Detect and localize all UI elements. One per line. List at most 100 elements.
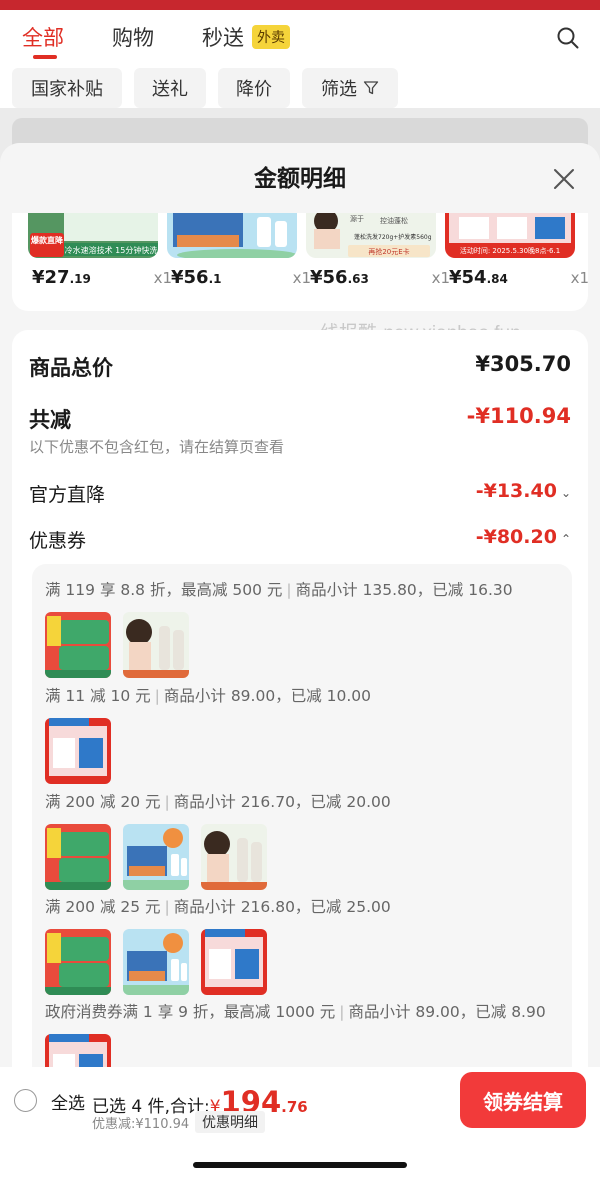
coupon-item: 满 119 享 8.8 折，最高减 500 元 | 商品小计 135.80，已减 1… [45, 578, 513, 600]
product-item[interactable]: 源于 控油蓬松 蓬松洗发720g+护发素560g 再抢20元E卡 ¥56.63 … [306, 213, 450, 311]
filter-bar: 国家补贴 送礼 降价 筛选 [0, 68, 600, 108]
select-all-label[interactable]: 全选 [51, 1089, 85, 1114]
funnel-icon [363, 81, 379, 95]
chevron-down-icon: ⌄ [560, 486, 571, 500]
coupon-rule: 满 11 减 10 元 [45, 687, 151, 705]
price-dec: .1 [208, 272, 222, 286]
total-price-label: 商品总价 [29, 356, 113, 380]
coupon-rule: 满 200 减 25 元 [45, 898, 161, 916]
coupon-row[interactable]: -¥80.20 ⌃ [476, 526, 571, 548]
coupon-subtotal: 商品小计 135.80，已减 16.30 [295, 581, 513, 599]
coupon-rule: 满 119 享 8.8 折，最高减 500 元 [45, 581, 283, 599]
product-price: ¥56.1 [171, 267, 222, 288]
reduction-note: 以下优惠不包含红包，请在结算页查看 [29, 438, 285, 456]
coupon-item: 满 11 减 10 元 | 商品小计 89.00，已减 10.00 [45, 684, 371, 706]
divider: | [339, 1003, 345, 1021]
tab-instant-delivery[interactable]: 秒送 [202, 22, 244, 52]
total-amount-decimal: .76 [281, 1098, 308, 1116]
coupon-subtotal: 商品小计 89.00，已减 8.90 [348, 1003, 546, 1021]
chevron-up-icon: ⌃ [560, 532, 571, 546]
price-dec: .63 [347, 272, 369, 286]
product-item[interactable]: 爆款直降 冷水速溶技术 15分钟快洗 ¥27.19 x1 [28, 213, 172, 311]
product-thumbnail [123, 929, 189, 995]
filter-national-subsidy[interactable]: 国家补贴 [12, 68, 122, 108]
product-badge-text: 爆款直降 [31, 235, 64, 245]
filter-gift[interactable]: 送礼 [134, 68, 206, 108]
coupon-item: 满 200 减 25 元 | 商品小计 216.80，已减 25.00 [45, 895, 391, 917]
coupon-subtotal: 商品小计 89.00，已减 10.00 [163, 687, 371, 705]
takeout-badge: 外卖 [252, 25, 290, 49]
divider: | [164, 898, 170, 916]
divider: | [154, 687, 160, 705]
select-all-checkbox[interactable] [14, 1089, 37, 1112]
coupon-item: 满 200 减 20 元 | 商品小计 216.70，已减 20.00 [45, 790, 391, 812]
price-dec: .84 [486, 272, 508, 286]
total-reduction-label: 共减 [29, 408, 71, 432]
product-thumbnail [45, 718, 111, 784]
product-label: 控油蓬松 [380, 216, 408, 225]
product-banner-text: 冷水速溶技术 15分钟快洗 [65, 245, 158, 255]
product-thumbnail [167, 213, 297, 258]
product-strip: 爆款直降 冷水速溶技术 15分钟快洗 ¥27.19 x1 ¥56.1 x1 源于… [12, 213, 588, 311]
total-price-value: ¥305.70 [475, 352, 571, 376]
search-icon[interactable] [556, 26, 580, 50]
status-bar [0, 0, 600, 10]
product-thumbnail [45, 929, 111, 995]
product-promo: 再抢20元E卡 [368, 247, 409, 256]
product-thumbnail: 源于 控油蓬松 蓬松洗发720g+护发素560g 再抢20元E卡 [306, 213, 436, 258]
amount-detail-sheet: 金额明细 爆款直降 冷水速溶技术 15分钟快洗 ¥27.19 x1 ¥56.1 … [0, 143, 600, 1181]
product-quantity: x1 [570, 269, 588, 287]
divider: | [164, 793, 170, 811]
discount-summary: 优惠减:¥110.94 [92, 1117, 190, 1132]
home-indicator[interactable] [193, 1162, 407, 1168]
price-int: ¥56 [171, 267, 209, 288]
product-item[interactable]: ¥56.1 x1 [167, 213, 311, 311]
checkout-label: 领券结算 [483, 1089, 563, 1114]
close-icon[interactable] [552, 167, 576, 191]
price-int: ¥56 [310, 267, 348, 288]
checkout-bar: 全选 已选 4 件,合计:¥194.76 优惠减:¥110.94 优惠明细 领券… [0, 1067, 600, 1137]
price-detail-card: 商品总价 ¥305.70 共减 -¥110.94 以下优惠不包含红包，请在结算页… [12, 330, 588, 1181]
official-discount-row[interactable]: -¥13.40 ⌄ [476, 480, 571, 502]
filter-label: 降价 [236, 79, 272, 100]
product-thumbnail [201, 824, 267, 890]
product-thumbnail [201, 929, 267, 995]
price-int: ¥27 [32, 267, 70, 288]
product-thumbnail: 爆款直降 冷水速溶技术 15分钟快洗 [28, 213, 158, 258]
coupon-subtotal: 商品小计 216.70，已减 20.00 [173, 793, 391, 811]
price-int: ¥54 [449, 267, 487, 288]
product-thumbnail [123, 612, 189, 678]
coupon-value: -¥80.20 [475, 526, 557, 548]
product-price: ¥56.63 [310, 267, 369, 288]
filter-label: 国家补贴 [31, 79, 103, 100]
price-dec: .19 [69, 272, 91, 286]
product-label: 蓬松洗发720g+护发素560g [354, 233, 432, 241]
product-label: 源于 [350, 214, 364, 223]
product-thumbnail [45, 612, 111, 678]
coupon-item: 政府消费券满 1 享 9 折，最高减 1000 元 | 商品小计 89.00，已减 … [45, 1000, 546, 1022]
filter-button[interactable]: 筛选 [302, 68, 398, 108]
divider: | [286, 581, 292, 599]
product-thumbnail: 活动时间: 2025.5.30晚8点-6.1 [445, 213, 575, 258]
coupon-rule: 满 200 减 20 元 [45, 793, 161, 811]
discount-detail-link[interactable]: 优惠明细 [195, 1111, 265, 1133]
filter-label: 筛选 [321, 79, 357, 100]
product-thumbnail [123, 824, 189, 890]
coupon-rule: 政府消费券满 1 享 9 折，最高减 1000 元 [45, 1003, 336, 1021]
home-indicator-area [0, 1137, 600, 1181]
filter-price-drop[interactable]: 降价 [218, 68, 290, 108]
tab-active-underline [33, 55, 57, 59]
checkout-button[interactable]: 领券结算 [460, 1072, 586, 1128]
total-reduction-value: -¥110.94 [466, 404, 571, 428]
product-price: ¥54.84 [449, 267, 508, 288]
tab-all[interactable]: 全部 [22, 22, 64, 52]
sheet-title: 金额明细 [0, 143, 600, 213]
top-nav: 全部 购物 秒送 外卖 [0, 10, 600, 65]
tab-shopping[interactable]: 购物 [112, 22, 154, 52]
official-discount-value: -¥13.40 [475, 480, 557, 502]
coupon-label: 优惠券 [29, 530, 87, 552]
product-item[interactable]: 活动时间: 2025.5.30晚8点-6.1 ¥54.84 x1 [445, 213, 588, 311]
coupon-subtotal: 商品小计 216.80，已减 25.00 [173, 898, 391, 916]
product-thumbnail [45, 824, 111, 890]
product-event-text: 活动时间: 2025.5.30晚8点-6.1 [460, 246, 560, 255]
